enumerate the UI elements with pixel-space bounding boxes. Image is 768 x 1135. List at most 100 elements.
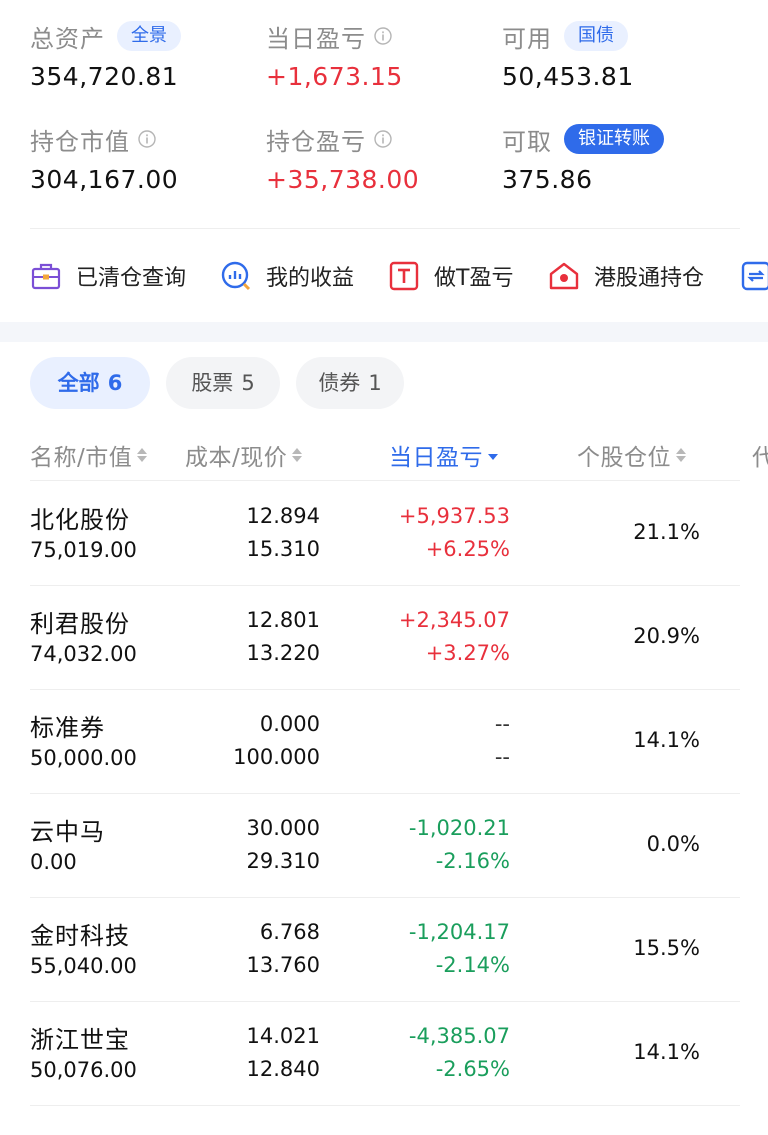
shortcut-hk-connect[interactable]: 港股通持仓 [548,256,704,296]
shortcut-label: 我的收益 [266,266,355,291]
refresh-box-icon [741,261,768,291]
daily-pl-percent: +6.25% [425,537,510,561]
stock-name: 利君股份 [30,610,130,638]
column-header: 名称/市值 成本/现价 当日盈亏 个股仓位 代 [0,430,768,480]
divider [30,228,740,229]
cost-price: 12.894 [246,504,320,528]
overview-badge-button[interactable]: 全景 [117,21,181,51]
position-pl-label: 持仓盈亏 [266,127,366,156]
position-value-stat: 持仓市值 304,167.00 [30,121,260,195]
position-weight: 20.9% [633,624,700,648]
position-weight: 0.0% [646,832,700,856]
stock-name: 云中马 [30,818,105,846]
stock-name: 金时科技 [30,922,130,950]
column-more[interactable]: 代 [752,438,768,472]
current-price: 13.760 [246,953,320,977]
briefcase-icon [31,263,61,290]
stock-name: 北化股份 [30,506,130,534]
cost-price: 30.000 [246,816,320,840]
withdrawable-stat: 可取 银证转账 375.86 [502,121,732,194]
shortcut-label: 做T盈亏 [434,266,514,291]
cost-price: 14.021 [246,1024,320,1048]
daily-pl-percent: -- [494,745,510,769]
available-stat: 可用 国债 50,453.81 [502,18,732,91]
column-weight[interactable]: 个股仓位 [577,438,686,472]
table-row[interactable]: 标准券 50,000.00 0.000 100.000 -- -- 14.1% [30,690,740,794]
tab-stocks[interactable]: 股票 5 [166,357,280,409]
daily-pl-amount: +5,937.53 [398,504,510,528]
available-label: 可用 [502,24,552,53]
position-pl-stat: 持仓盈亏 +35,738.00 [266,121,496,195]
shortcut-t-trading-pl[interactable]: 做T盈亏 [388,256,513,296]
table-row[interactable]: 金时科技 55,040.00 6.768 13.760 -1,204.17 -2… [30,898,740,1002]
info-icon[interactable] [138,130,156,148]
daily-pl-amount: -1,020.21 [408,816,510,840]
column-name-value[interactable]: 名称/市值 [30,438,148,472]
position-pl-value: +35,738.00 [266,165,420,194]
market-value: 50,000.00 [30,746,137,770]
daily-pl-amount: +2,345.07 [398,608,510,632]
current-price: 29.310 [246,849,320,873]
sort-down-icon [488,446,498,464]
daily-pl-amount: -1,204.17 [408,920,510,944]
available-value: 50,453.81 [502,62,634,91]
current-price: 12.840 [246,1057,320,1081]
table-row[interactable]: 利君股份 74,032.00 12.801 13.220 +2,345.07 +… [30,586,740,690]
info-icon[interactable] [374,130,392,148]
cost-price: 12.801 [246,608,320,632]
column-cost-price[interactable]: 成本/现价 [185,438,303,472]
table-row[interactable]: 北化股份 75,019.00 12.894 15.310 +5,937.53 +… [30,482,740,586]
table-row[interactable]: 浙江世宝 50,076.00 14.021 12.840 -4,385.07 -… [30,1002,740,1106]
market-value: 75,019.00 [30,538,137,562]
position-value-value: 304,167.00 [30,165,179,194]
daily-pl-amount: -4,385.07 [408,1024,510,1048]
tab-label: 股票 [191,371,234,395]
daily-pl-label: 当日盈亏 [266,24,366,53]
treasury-badge-button[interactable]: 国债 [564,21,628,51]
position-weight: 14.1% [633,728,700,752]
current-price: 13.220 [246,641,320,665]
shortcut-label: 已清仓查询 [76,266,187,291]
hk-house-icon [549,262,579,290]
position-weight: 21.1% [633,520,700,544]
account-summary: 总资产 全景 354,720.81 当日盈亏 +1,673.15 可用 国债 5… [0,0,768,228]
total-assets-label: 总资产 [30,24,105,53]
shortcut-more[interactable] [740,256,768,296]
daily-pl-percent: -2.14% [435,953,510,977]
market-value: 50,076.00 [30,1058,137,1082]
total-assets-value: 354,720.81 [30,62,179,91]
stock-name: 标准券 [30,714,105,742]
shortcut-closed-positions[interactable]: 已清仓查询 [30,256,186,296]
market-value: 55,040.00 [30,954,137,978]
tab-all[interactable]: 全部 6 [30,357,150,409]
section-separator [0,322,768,342]
daily-pl-stat: 当日盈亏 +1,673.15 [266,18,496,92]
cost-price: 0.000 [259,712,320,736]
positions-list: 北化股份 75,019.00 12.894 15.310 +5,937.53 +… [0,482,768,1106]
current-price: 100.000 [233,745,320,769]
position-value-label: 持仓市值 [30,127,130,156]
column-label: 代 [752,445,768,471]
info-icon[interactable] [374,27,392,45]
t-box-icon [389,261,419,291]
column-daily-pl[interactable]: 当日盈亏 [389,438,498,472]
current-price: 15.310 [246,537,320,561]
daily-pl-percent: -2.65% [435,1057,510,1081]
tab-count: 6 [107,371,123,395]
sort-icon [292,446,303,464]
bank-transfer-button[interactable]: 银证转账 [564,124,664,154]
column-label: 当日盈亏 [389,445,483,471]
daily-pl-amount: -- [494,712,510,736]
tab-count: 5 [241,371,255,395]
position-weight: 15.5% [633,936,700,960]
table-row[interactable]: 云中马 0.00 30.000 29.310 -1,020.21 -2.16% … [30,794,740,898]
daily-pl-percent: +3.27% [425,641,510,665]
cost-price: 6.768 [259,920,320,944]
divider [30,480,740,481]
tab-label: 全部 [57,371,100,395]
market-value: 0.00 [30,850,77,874]
withdrawable-label: 可取 [502,127,552,156]
shortcut-my-earnings[interactable]: 我的收益 [220,256,354,296]
column-label: 成本/现价 [185,445,288,471]
tab-bonds[interactable]: 债券 1 [296,357,404,409]
